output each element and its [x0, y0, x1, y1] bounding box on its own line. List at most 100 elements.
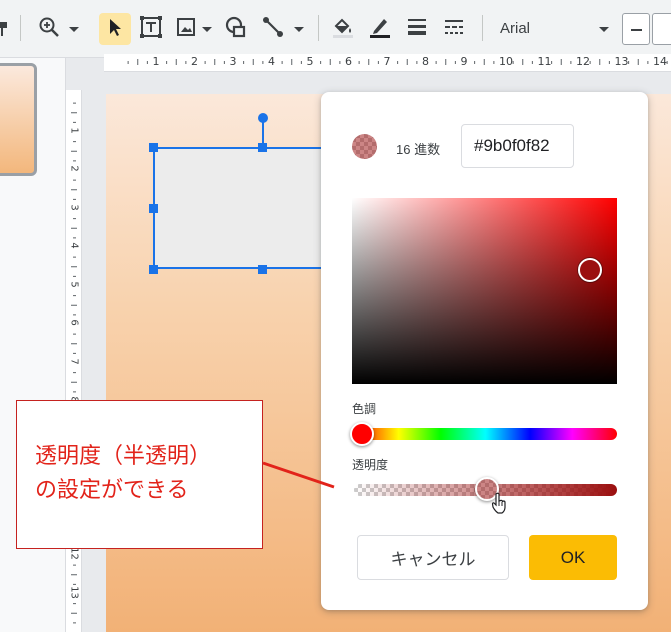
ruler-tick [397, 61, 399, 64]
ruler-tick [243, 61, 245, 64]
image-icon [176, 17, 196, 42]
ruler-number: 6 [68, 319, 80, 326]
ruler-tick [377, 61, 379, 64]
ruler-tick [483, 59, 485, 65]
color-preview-swatch [352, 134, 377, 159]
ruler-number: 4 [268, 55, 275, 68]
ruler-tick [493, 61, 495, 64]
callout-pointer-line [262, 461, 335, 489]
ruler-tick [252, 59, 254, 65]
border-weight-button[interactable] [402, 13, 432, 45]
chevron-down-icon [599, 27, 609, 32]
selected-rectangle-shape[interactable] [153, 147, 333, 269]
border-color-icon [368, 15, 392, 44]
ruler-tick [71, 612, 77, 614]
ruler-tick [204, 61, 206, 64]
ruler-number: 6 [345, 55, 352, 68]
resize-handle-top[interactable] [258, 143, 267, 152]
cancel-button[interactable]: キャンセル [357, 535, 509, 580]
ruler-tick [71, 574, 77, 576]
border-dash-button[interactable] [439, 13, 469, 45]
ruler-tick [214, 59, 216, 65]
horizontal-ruler: 1 2 3 4 5 6 7 8 9 10 11 12 13 14 [104, 54, 671, 72]
chevron-down-icon [68, 26, 79, 32]
ruler-tick [73, 622, 76, 624]
annotation-callout: 透明度（半透明） の設定ができる [16, 400, 263, 549]
callout-line-1: 透明度（半透明） [35, 443, 212, 468]
ruler-tick [175, 59, 177, 65]
ruler-tick [560, 59, 562, 65]
ruler-tick [262, 61, 264, 64]
ruler-number: 11 [537, 55, 552, 68]
border-color-button[interactable] [365, 13, 395, 45]
ruler-number: 3 [68, 203, 80, 211]
select-tool-button[interactable] [99, 13, 131, 45]
ruler-tick [71, 381, 77, 383]
ruler-number: 7 [383, 55, 391, 68]
zoom-button[interactable] [34, 13, 82, 45]
ruler-tick [73, 295, 76, 297]
resize-handle-left[interactable] [149, 204, 158, 213]
line-tool-button[interactable] [258, 13, 308, 45]
select-cursor-icon [107, 17, 123, 42]
zoom-icon [38, 16, 60, 43]
resize-handle-bottom-left[interactable] [149, 265, 158, 274]
ruler-tick [73, 141, 76, 143]
ruler-tick [300, 61, 302, 64]
ruler-number: 2 [191, 55, 198, 68]
ruler-tick [320, 61, 322, 64]
decrease-font-size-button[interactable] [622, 13, 650, 45]
ruler-tick [522, 59, 524, 65]
rotation-handle[interactable] [258, 113, 268, 123]
ruler-tick [329, 59, 331, 65]
ruler-tick [281, 61, 283, 64]
ruler-number: 9 [460, 55, 468, 68]
ruler-number: 2 [68, 165, 80, 172]
ruler-tick [166, 61, 168, 64]
ruler-number: 10 [499, 55, 513, 68]
paint-format-icon[interactable] [0, 13, 12, 45]
fill-color-icon [331, 15, 355, 44]
ruler-number: 13 [614, 55, 629, 68]
hex-label: 16 進数 [396, 142, 441, 157]
hue-label: 色調 [352, 402, 377, 416]
toolbar: Arial [0, 0, 671, 58]
textbox-tool-button[interactable] [136, 13, 166, 45]
opacity-label: 透明度 [352, 458, 389, 472]
ruler-tick [608, 61, 610, 64]
ruler-tick [73, 372, 76, 374]
ruler-tick [339, 61, 341, 64]
font-size-field[interactable] [652, 13, 671, 45]
shape-tool-button[interactable] [221, 13, 251, 45]
ruler-tick [599, 59, 601, 65]
ruler-tick [73, 102, 76, 104]
ruler-tick [531, 61, 533, 64]
color-preview-fill [352, 134, 377, 159]
image-tool-button[interactable] [172, 13, 216, 45]
resize-handle-top-left[interactable] [149, 143, 158, 152]
ruler-tick [71, 227, 77, 229]
ok-button[interactable]: OK [529, 535, 617, 580]
saturation-value-area[interactable] [352, 198, 617, 384]
ruler-tick [71, 266, 77, 268]
resize-handle-bottom[interactable] [258, 265, 267, 274]
ruler-tick [368, 59, 370, 65]
ruler-tick [474, 61, 476, 64]
ruler-tick [73, 603, 76, 605]
ruler-tick [73, 333, 76, 335]
ruler-number: 5 [306, 55, 314, 68]
ruler-tick [647, 61, 649, 64]
ruler-tick [454, 61, 456, 64]
ruler-tick [223, 61, 225, 64]
textbox-icon [139, 15, 163, 44]
ruler-number: 5 [68, 280, 80, 288]
fill-color-button[interactable] [328, 13, 358, 45]
chevron-down-icon [202, 26, 212, 32]
hue-slider[interactable] [354, 428, 617, 440]
slide-thumbnail[interactable] [0, 63, 37, 176]
saturation-value-cursor[interactable] [578, 258, 602, 282]
hex-input[interactable]: #9b0f0f82 [461, 124, 574, 168]
hue-slider-thumb[interactable] [350, 422, 374, 446]
font-family-select[interactable]: Arial [500, 20, 530, 37]
ruler-tick [416, 61, 418, 64]
